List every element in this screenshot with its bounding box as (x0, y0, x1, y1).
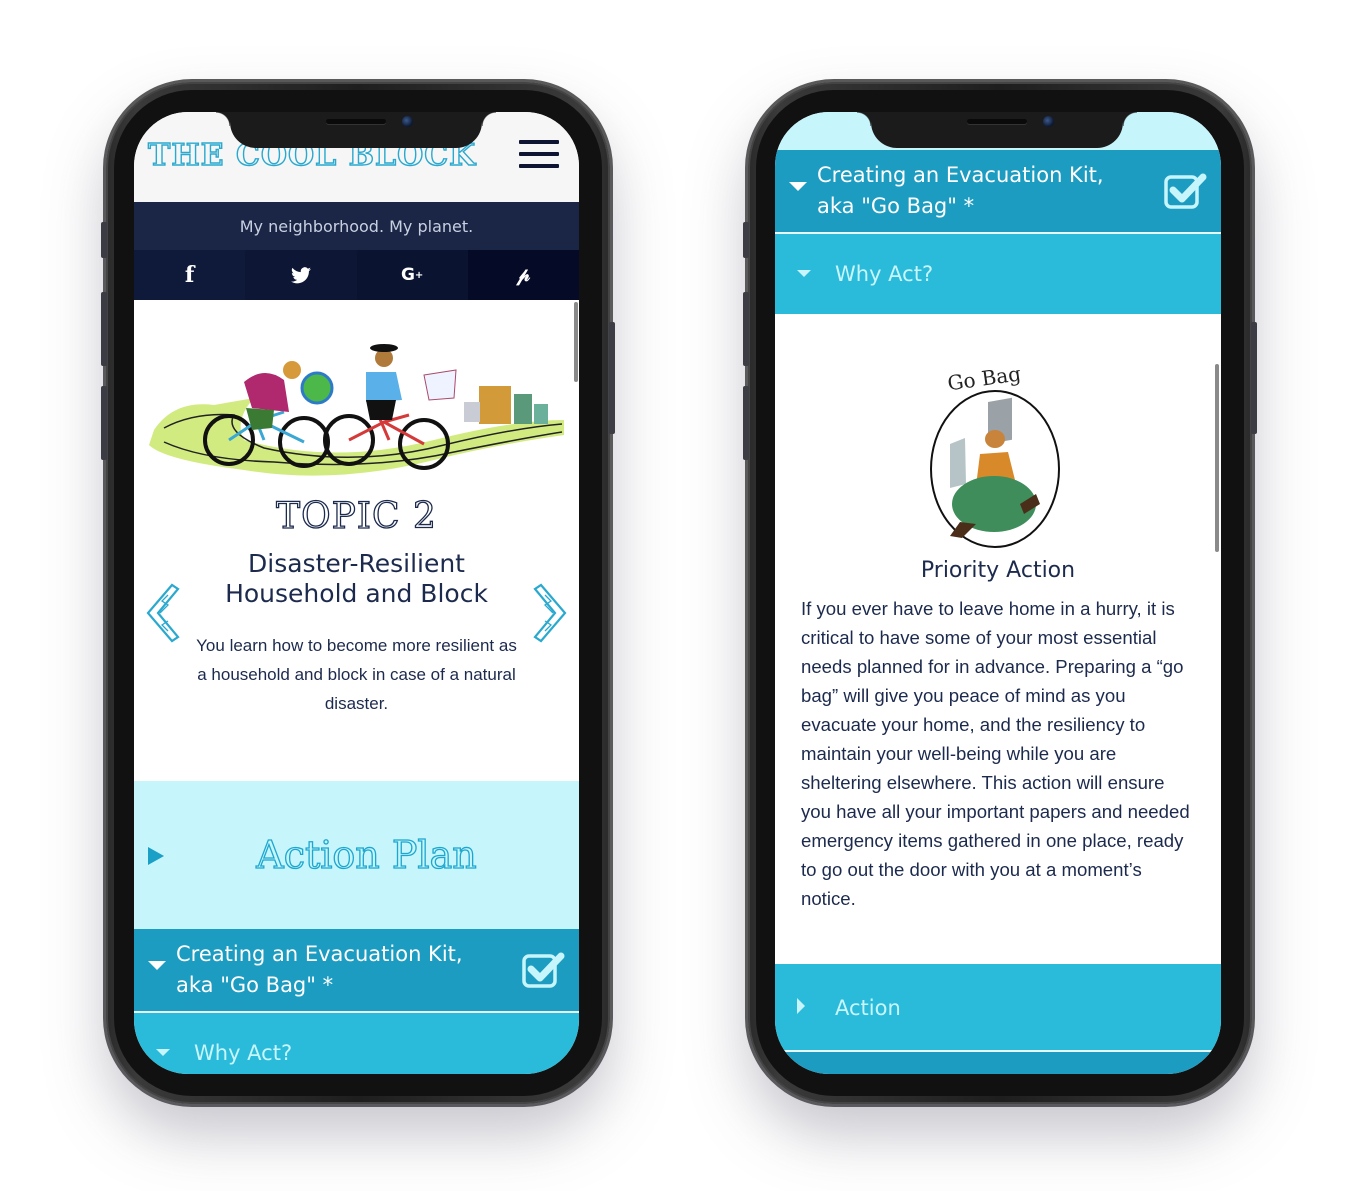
next-accordion-clipped[interactable] (775, 1050, 1221, 1074)
mute-switch (743, 222, 749, 258)
go-bag-caption: Go Bag (946, 361, 1023, 395)
facebook-icon[interactable]: f (134, 250, 246, 300)
topic-description: You learn how to become more resilient a… (196, 636, 517, 713)
why-act-accordion[interactable]: Why Act? (134, 1013, 579, 1074)
priority-action-text: If you ever have to leave home in a hurr… (801, 598, 1190, 909)
camera-icon (402, 116, 413, 127)
action-accordion[interactable]: Action (775, 966, 1221, 1050)
accordion-title-line-2: aka "Go Bag" * (817, 194, 975, 218)
hamburger-icon[interactable] (519, 140, 559, 168)
hero-illustration (134, 300, 579, 490)
accordion-title-line-2: aka "Go Bag" * (176, 973, 334, 997)
action-plan-title: Action Plan (256, 832, 478, 877)
notch (216, 112, 496, 148)
priority-action-heading: Priority Action (920, 558, 1076, 583)
phone-frame-right: Creating an Evacuation Kit, aka "Go Bag"… (743, 82, 1257, 1104)
topic-carousel: Disaster-Resilient Household and Block Y… (134, 549, 579, 781)
checkbox-checked-icon[interactable] (521, 949, 565, 989)
why-act-label: Why Act? (835, 262, 934, 286)
topic-title-line-1: Disaster-Resilient (248, 549, 465, 578)
go-bag-illustration: Go Bag (930, 361, 1060, 548)
volume-up-button (743, 292, 749, 366)
action-label: Action (835, 996, 901, 1020)
scrollbar[interactable] (574, 302, 578, 382)
screen-left: THE COOL BLOCK My neighborhood. My plane… (134, 112, 579, 1074)
caret-right-icon (797, 998, 805, 1014)
why-act-accordion[interactable]: Why Act? (775, 234, 1221, 314)
accordion-title-line-1: Creating an Evacuation Kit, (817, 163, 1104, 187)
volume-up-button (101, 292, 107, 366)
caret-down-icon (148, 961, 166, 970)
screen-right: Creating an Evacuation Kit, aka "Go Bag"… (775, 112, 1221, 1074)
accordion-title-line-1: Creating an Evacuation Kit, (176, 942, 463, 966)
scrollbar[interactable] (1215, 364, 1219, 552)
evacuation-kit-accordion[interactable]: Creating an Evacuation Kit, aka "Go Bag"… (775, 150, 1221, 234)
topic-title-line-2: Household and Block (225, 579, 488, 608)
caret-down-icon (797, 270, 811, 277)
caret-down-icon (156, 1049, 170, 1056)
mute-switch (101, 222, 107, 258)
pinterest-icon[interactable]: 𝓅 (467, 250, 579, 300)
phone-frame-left: THE COOL BLOCK My neighborhood. My plane… (101, 82, 615, 1104)
chevron-right-icon[interactable] (531, 583, 571, 643)
caret-down-icon (789, 182, 807, 191)
volume-down-button (743, 386, 749, 460)
speaker-icon (967, 119, 1027, 124)
social-bar: f G + 𝓅 (134, 250, 579, 300)
action-plan-toggle[interactable]: Action Plan (134, 781, 579, 929)
volume-down-button (101, 386, 107, 460)
chevron-left-icon[interactable] (142, 583, 182, 643)
google-plus-icon[interactable]: G + (356, 250, 468, 300)
power-button (609, 322, 615, 434)
twitter-icon[interactable] (245, 250, 357, 300)
camera-icon (1043, 116, 1054, 127)
caret-right-icon (148, 847, 164, 865)
power-button (1251, 322, 1257, 434)
speaker-icon (326, 119, 386, 124)
evacuation-kit-accordion[interactable]: Creating an Evacuation Kit, aka "Go Bag"… (134, 929, 579, 1013)
cyclists-illustration (149, 344, 564, 476)
why-act-label: Why Act? (194, 1041, 293, 1065)
topic-label: TOPIC 2 (275, 495, 437, 537)
why-act-content: Go Bag Priority Action If you ever have … (775, 314, 1221, 966)
topic-title: Disaster-Resilient Household and Block (134, 549, 579, 609)
checkbox-checked-icon[interactable] (1163, 170, 1207, 210)
notch (857, 112, 1137, 148)
tagline: My neighborhood. My planet. (134, 202, 579, 250)
